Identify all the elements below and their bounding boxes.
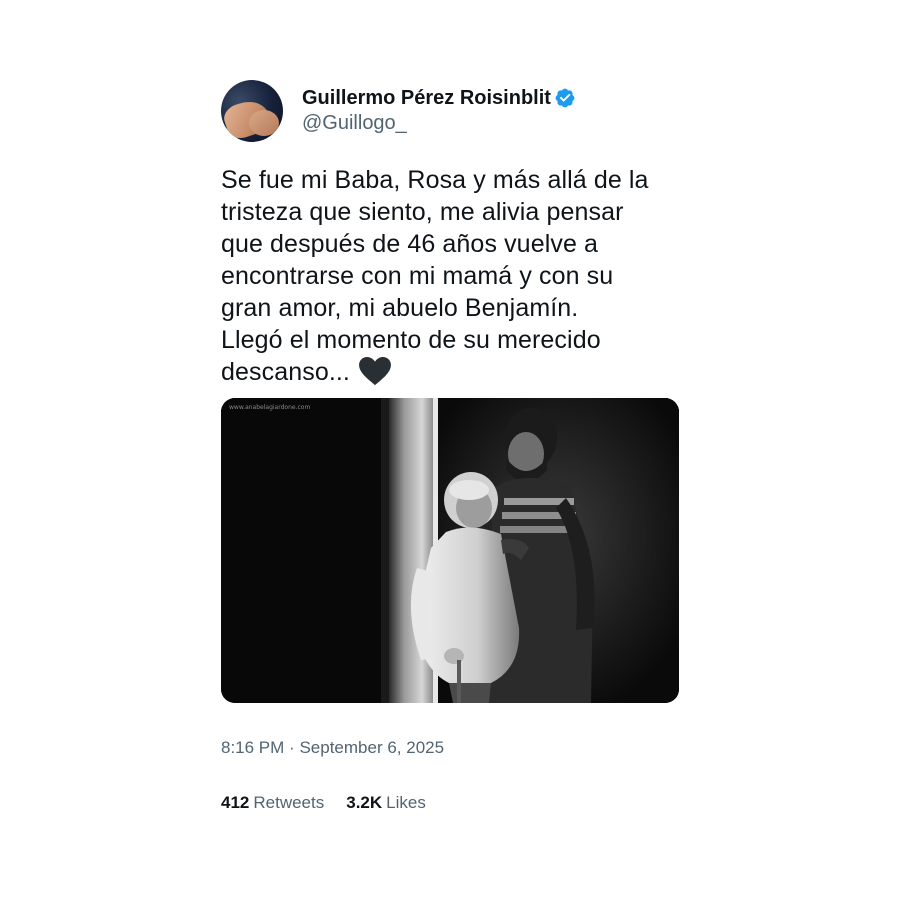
tweet-photo[interactable]: www.anabelagiardone.com: [221, 398, 679, 703]
tweet-time: 8:16 PM: [221, 738, 285, 757]
retweets-stat[interactable]: 412 Retweets: [221, 792, 324, 814]
author-handle[interactable]: @Guillogo_: [302, 110, 576, 136]
author-display-name[interactable]: Guillermo Pérez Roisinblit: [302, 86, 551, 110]
profile-avatar[interactable]: [221, 80, 283, 142]
retweets-label: Retweets: [253, 793, 325, 812]
timestamp-separator: ·: [289, 738, 295, 757]
tweet-text: Se fue mi Baba, Rosa y más allá de la tr…: [221, 164, 681, 388]
retweets-count: 412: [221, 793, 250, 812]
author-names: Guillermo Pérez Roisinblit @Guillogo_: [302, 86, 576, 136]
tweet-stats: 412 Retweets 3.2K Likes: [221, 792, 681, 814]
tweet-timestamp[interactable]: 8:16 PM · September 6, 2025: [221, 737, 681, 759]
likes-label: Likes: [386, 793, 426, 812]
photo-scene: [221, 398, 679, 703]
tweet-card: Guillermo Pérez Roisinblit @Guillogo_ Se…: [221, 80, 681, 814]
verified-badge-icon: [555, 88, 575, 108]
avatar-hand-shape-2: [249, 110, 279, 136]
tweet-header: Guillermo Pérez Roisinblit @Guillogo_: [221, 80, 681, 142]
likes-stat[interactable]: 3.2K Likes: [346, 792, 426, 814]
name-row: Guillermo Pérez Roisinblit: [302, 86, 576, 110]
tweet-text-body: Se fue mi Baba, Rosa y más allá de la tr…: [221, 166, 649, 386]
tweet-date: September 6, 2025: [299, 738, 445, 757]
likes-count: 3.2K: [346, 793, 383, 812]
black-heart-icon: [359, 356, 391, 386]
photo-watermark: www.anabelagiardone.com: [229, 404, 311, 411]
